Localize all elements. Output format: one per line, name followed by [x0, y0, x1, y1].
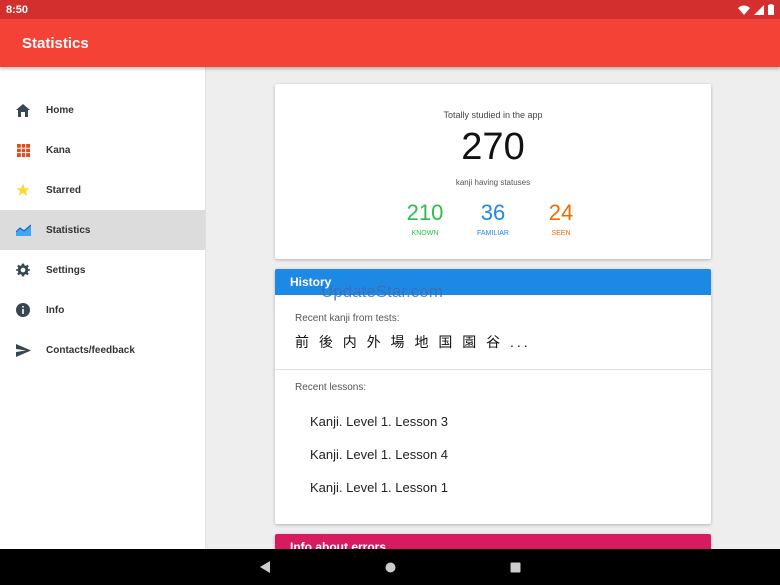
lesson-item[interactable]: Kanji. Level 1. Lesson 4 [275, 438, 711, 471]
chart-icon [15, 222, 31, 238]
drawer-item-label: Statistics [46, 224, 91, 236]
info-icon [15, 302, 31, 318]
status-counts: 210 KNOWN 36 FAMILIAR 24 SEEN [275, 200, 711, 237]
signal-icon [754, 4, 764, 15]
page-title: Statistics [22, 34, 89, 52]
drawer-item-label: Info [46, 304, 65, 316]
navigation-drawer: Home Kana Starred Statistics Settings In… [0, 67, 206, 549]
errors-header[interactable]: Info about errors [275, 534, 711, 549]
drawer-item-kana[interactable]: Kana [0, 130, 205, 170]
known-count: 210 [406, 200, 444, 225]
star-icon [15, 182, 31, 198]
known-stat: 210 KNOWN [391, 200, 459, 237]
drawer-item-starred[interactable]: Starred [0, 170, 205, 210]
stats-caption: Totally studied in the app [443, 110, 543, 120]
errors-card: Info about errors [275, 534, 711, 549]
home-button[interactable] [380, 557, 400, 577]
recents-button[interactable] [505, 557, 525, 577]
kana-grid-icon [15, 142, 31, 158]
stats-subcaption: kanji having statuses [455, 178, 531, 187]
back-icon [260, 561, 270, 573]
battery-icon [768, 4, 774, 15]
drawer-item-label: Home [46, 104, 74, 116]
recent-lessons-label: Recent lessons: [295, 382, 367, 393]
gear-icon [15, 262, 31, 278]
drawer-item-settings[interactable]: Settings [0, 250, 205, 290]
familiar-label: FAMILIAR [477, 230, 509, 237]
drawer-item-label: Settings [46, 264, 86, 276]
drawer-item-label: Starred [46, 184, 82, 196]
total-studied-count: 270 [461, 126, 525, 168]
stats-card: Totally studied in the app 270 kanji hav… [275, 84, 711, 259]
seen-stat: 24 SEEN [527, 200, 595, 237]
back-button[interactable] [255, 557, 275, 577]
home-icon [15, 102, 31, 118]
app-bar: Statistics [0, 19, 780, 67]
send-icon [15, 342, 31, 358]
history-header: History [275, 269, 711, 295]
seen-count: 24 [548, 200, 574, 225]
status-bar: 8:50 [0, 0, 780, 19]
circle-icon [385, 562, 395, 572]
drawer-item-statistics[interactable]: Statistics [0, 210, 205, 250]
lesson-item[interactable]: Kanji. Level 1. Lesson 1 [275, 471, 711, 504]
square-icon [510, 562, 520, 572]
familiar-count: 36 [480, 200, 506, 225]
wifi-icon [738, 5, 750, 15]
system-nav-bar [0, 549, 780, 585]
drawer-item-label: Kana [46, 144, 71, 156]
seen-label: SEEN [551, 230, 571, 237]
drawer-item-label: Contacts/feedback [46, 344, 135, 356]
drawer-item-info[interactable]: Info [0, 290, 205, 330]
drawer-item-contacts[interactable]: Contacts/feedback [0, 330, 205, 370]
drawer-item-home[interactable]: Home [0, 90, 205, 130]
history-card: History Recent kanji from tests: 前 後 内 外… [275, 269, 711, 524]
lesson-item[interactable]: Kanji. Level 1. Lesson 3 [275, 405, 711, 438]
familiar-stat: 36 FAMILIAR [459, 200, 527, 237]
recent-kanji[interactable]: 前 後 内 外 場 地 国 園 谷 ... [275, 332, 711, 352]
main-content: Totally studied in the app 270 kanji hav… [206, 67, 780, 549]
known-label: KNOWN [411, 230, 439, 237]
recent-tests-label: Recent kanji from tests: [295, 313, 400, 324]
status-time: 8:50 [6, 3, 29, 16]
